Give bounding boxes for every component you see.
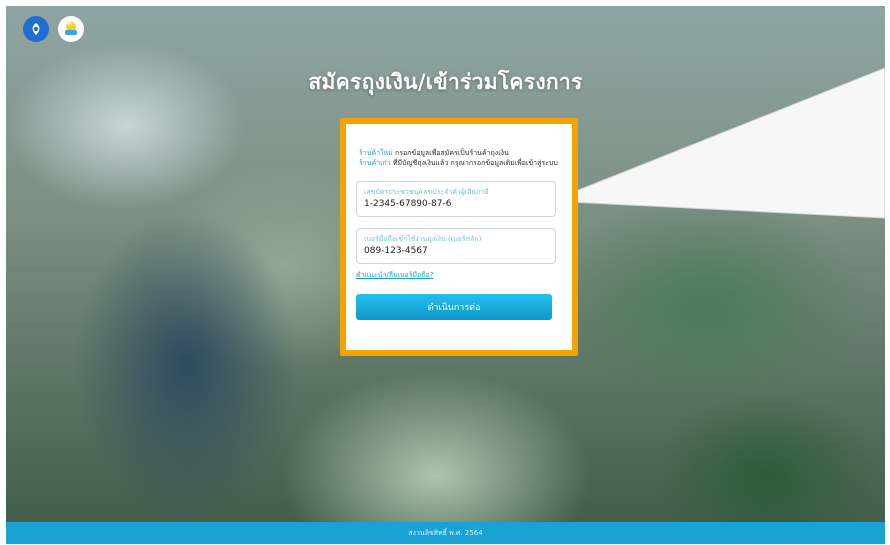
footer: สงวนลิขสิทธิ์ พ.ศ. 2564: [6, 522, 885, 544]
new-shop-text: กรอกข้อมูลเพื่อสมัครเป็นร้านค้าถุงเงิน: [392, 149, 509, 157]
forgot-phone-link[interactable]: คำแนะนำ/ลืมเบอร์มือถือ?: [356, 270, 433, 281]
phone-label: เบอร์มือถือเข้าใช้งานถุงเงิน (เบอร์หลัก): [364, 235, 482, 243]
existing-shop-label: ร้านค้าเก่า: [359, 159, 391, 167]
continue-button[interactable]: ดำเนินการต่อ: [356, 294, 552, 320]
background-screen: สมัครถุงเงิน/เข้าร่วมโครงการ ร้านค้าใหม่…: [6, 6, 885, 544]
id-number-label: เลขบัตรประชาชน/เลขประจำตัวผู้เสียภาษี: [364, 188, 489, 196]
id-number-value[interactable]: 1-2345-67890-87-6: [364, 199, 451, 209]
registration-form: ร้านค้าใหม่ กรอกข้อมูลเพื่อสมัครเป็นร้าน…: [346, 124, 572, 350]
phone-field[interactable]: เบอร์มือถือเข้าใช้งานถุงเงิน (เบอร์หลัก)…: [356, 228, 556, 264]
new-shop-label: ร้านค้าใหม่: [359, 149, 393, 157]
intro-text: ร้านค้าใหม่ กรอกข้อมูลเพื่อสมัครเป็นร้าน…: [359, 148, 564, 168]
existing-shop-text: ที่มีบัญชีถุงเงินแล้ว กรุณากรอกข้อมูลเดิ…: [390, 159, 558, 167]
id-number-field[interactable]: เลขบัตรประชาชน/เลขประจำตัวผู้เสียภาษี 1-…: [356, 181, 556, 217]
phone-value[interactable]: 089-123-4567: [364, 246, 428, 256]
